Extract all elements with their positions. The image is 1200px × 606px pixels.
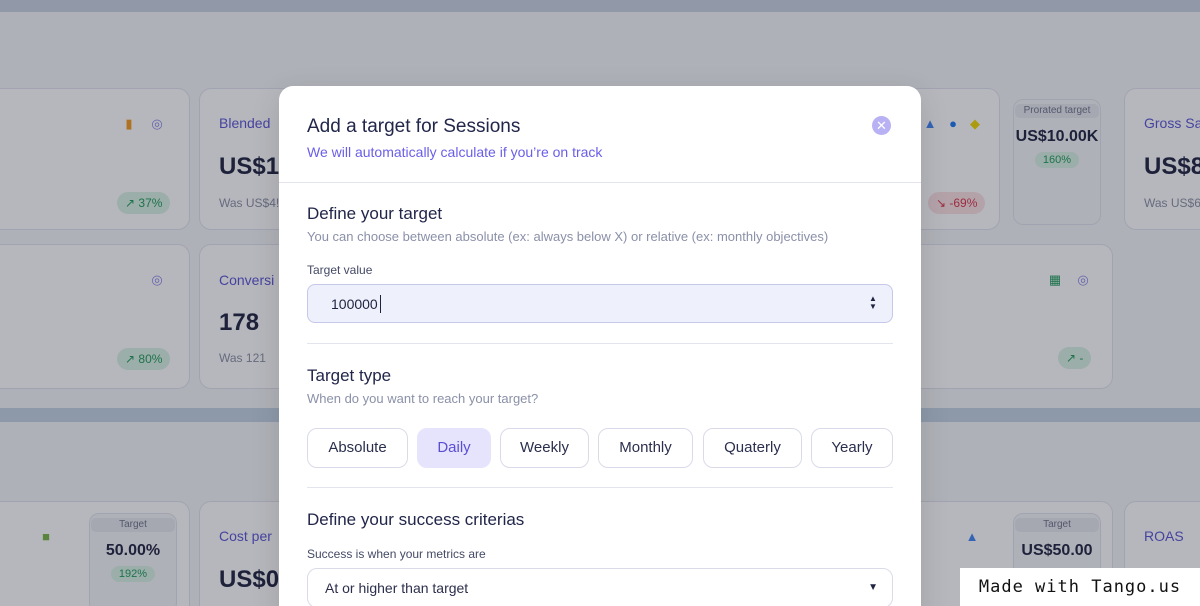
option-quaterly[interactable]: Quaterly <box>703 428 802 468</box>
tango-watermark: Made with Tango.us <box>960 568 1200 606</box>
modal-header: Add a target for Sessions We will automa… <box>279 86 921 183</box>
target-value-input[interactable]: 100000 ▲ ▼ <box>307 284 893 323</box>
divider <box>307 343 893 344</box>
success-criteria-label: Success is when your metrics are <box>307 547 486 561</box>
define-target-subtitle: You can choose between absolute (ex: alw… <box>307 229 829 244</box>
target-value-text: 100000 <box>331 296 378 312</box>
option-absolute[interactable]: Absolute <box>307 428 408 468</box>
target-type-subtitle: When do you want to reach your target? <box>307 391 539 406</box>
define-target-title: Define your target <box>307 204 443 223</box>
add-target-modal: Add a target for Sessions We will automa… <box>279 86 921 606</box>
stepper-icon[interactable]: ▲ ▼ <box>868 295 878 313</box>
chevron-down-icon: ▼ <box>868 582 878 593</box>
option-monthly[interactable]: Monthly <box>598 428 693 468</box>
close-icon[interactable]: ✕ <box>872 116 891 135</box>
modal-title: Add a target for Sessions <box>307 116 521 137</box>
target-value-label: Target value <box>307 263 373 277</box>
option-daily[interactable]: Daily <box>417 428 491 468</box>
modal-subtitle: We will automatically calculate if you’r… <box>307 144 603 160</box>
success-criteria-title: Define your success criterias <box>307 510 525 529</box>
success-criteria-select[interactable]: At or higher than target ▼ <box>307 568 893 606</box>
option-weekly[interactable]: Weekly <box>500 428 589 468</box>
option-yearly[interactable]: Yearly <box>811 428 893 468</box>
success-criteria-value: At or higher than target <box>325 580 469 596</box>
target-type-title: Target type <box>307 366 392 385</box>
text-caret <box>380 295 381 313</box>
divider <box>307 487 893 488</box>
